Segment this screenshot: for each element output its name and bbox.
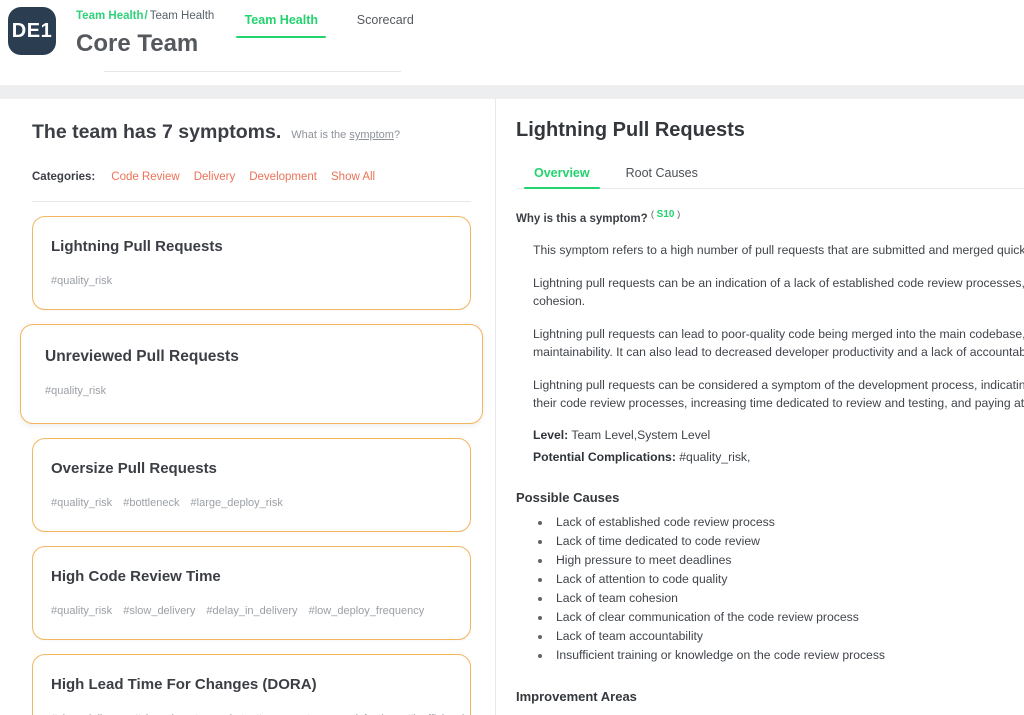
symptom-card-tags: #quality_risk <box>45 385 458 397</box>
symptom-card-list: Lightning Pull Requests #quality_risk Un… <box>0 202 495 715</box>
level-label: Level: <box>533 427 569 442</box>
tag: #low_deploy_frequency <box>308 605 425 617</box>
symptoms-header: The team has 7 symptoms. What is the sym… <box>0 99 495 183</box>
symptoms-column: The team has 7 symptoms. What is the sym… <box>0 99 496 715</box>
list-item: Lack of attention to code quality <box>552 570 1024 589</box>
help-suffix: ? <box>393 129 401 141</box>
symptom-card-title: High Lead Time For Changes (DORA) <box>51 676 317 693</box>
detail-paragraph-4: Lightning pull requests can be considere… <box>533 377 1024 410</box>
tag: #quality_risk <box>51 605 113 617</box>
improvement-areas-heading: Improvement Areas <box>516 688 637 704</box>
list-item: Lack of time dedicated to code review <box>552 532 1024 551</box>
detail-title: Lightning Pull Requests <box>516 119 745 141</box>
symptom-card-title: High Code Review Time <box>51 568 221 585</box>
symptom-card-title: Unreviewed Pull Requests <box>45 348 239 365</box>
category-development[interactable]: Development <box>249 171 317 183</box>
category-show-all[interactable]: Show All <box>331 171 375 183</box>
symptom-card-title: Lightning Pull Requests <box>51 238 223 255</box>
tag: #quality_risk <box>51 275 113 287</box>
symptom-code-badge: ( S10 ) <box>651 209 680 220</box>
top-bar: DE1 Team Health/Team Health Core Team Te… <box>0 0 1024 85</box>
symptoms-headline: The team has 7 symptoms. <box>32 121 282 143</box>
detail-tab-root-causes[interactable]: Root Causes <box>608 166 716 189</box>
title-block: Team Health/Team Health Core Team <box>76 9 214 59</box>
symptom-card-high-lead-time-for-changes[interactable]: High Lead Time For Changes (DORA) #slow_… <box>32 654 476 715</box>
complications-row: Potential Complications: #quality_risk, <box>533 450 1024 464</box>
main-panel: The team has 7 symptoms. What is the sym… <box>0 99 1024 715</box>
list-item: Lack of team cohesion <box>552 589 1024 608</box>
list-item: Lack of team accountability <box>552 627 1024 646</box>
category-delivery[interactable]: Delivery <box>194 171 236 183</box>
detail-paragraph-1: This symptom refers to a high number of … <box>533 242 1024 257</box>
tab-team-health[interactable]: Team Health <box>236 13 327 38</box>
breadcrumb-current: Team Health <box>149 10 215 22</box>
help-prefix: What is the <box>291 129 350 141</box>
detail-tabs: Overview Root Causes <box>516 166 1024 189</box>
list-item: Insufficient training or knowledge on th… <box>552 646 1024 665</box>
why-is-this-a-symptom-row: Why is this a symptom? ( S10 ) <box>516 209 1024 225</box>
symptoms-headline-row: The team has 7 symptoms. What is the sym… <box>32 119 471 145</box>
tag: #delay_in_delivery <box>206 605 298 617</box>
page-title: Core Team <box>76 30 199 57</box>
list-item: Lack of clear communication of the code … <box>552 608 1024 627</box>
list-item: High pressure to meet deadlines <box>552 551 1024 570</box>
tag: #quality_risk <box>45 385 107 397</box>
symptom-card-oversize-pull-requests[interactable]: Oversize Pull Requests #quality_risk #bo… <box>32 438 471 532</box>
symptom-card-lightning-pull-requests[interactable]: Lightning Pull Requests #quality_risk <box>32 216 471 310</box>
help-underlined-word: symptom <box>349 129 394 141</box>
breadcrumb-separator: / <box>144 10 148 22</box>
top-tabs: Team Health Scorecard <box>236 13 441 43</box>
symptom-card-tags: #quality_risk #bottleneck #large_deploy_… <box>51 497 452 509</box>
badge-code: S10 <box>656 209 675 220</box>
detail-tab-overview[interactable]: Overview <box>516 166 608 189</box>
possible-causes-heading: Possible Causes <box>516 489 620 505</box>
page-background-gap <box>0 85 1024 99</box>
symptom-card-high-code-review-time[interactable]: High Code Review Time #quality_risk #slo… <box>32 546 471 640</box>
why-label: Why is this a symptom? <box>516 212 648 225</box>
tag: #quality_risk <box>51 497 113 509</box>
list-item: Lack of established code review process <box>552 513 1024 532</box>
symptom-detail-column: Lightning Pull Requests Overview Root Ca… <box>496 99 1024 715</box>
app-root: DE1 Team Health/Team Health Core Team Te… <box>0 0 1024 715</box>
detail-paragraph-3: Lightning pull requests can lead to poor… <box>533 326 1024 359</box>
badge-close-paren: ) <box>674 209 681 220</box>
complications-label: Potential Complications: <box>533 449 676 464</box>
level-value: Team Level,System Level <box>571 427 711 442</box>
detail-body: This symptom refers to a high number of … <box>516 241 1024 464</box>
avatar: DE1 <box>8 7 56 55</box>
breadcrumb: Team Health/Team Health <box>76 9 214 23</box>
complications-value: #quality_risk, <box>679 449 751 464</box>
tab-scorecard[interactable]: Scorecard <box>340 13 430 38</box>
symptom-card-tags: #quality_risk #slow_delivery #delay_in_d… <box>51 605 452 617</box>
categories-row: Categories: Code Review Delivery Develop… <box>32 171 471 183</box>
tag: #bottleneck <box>123 497 180 509</box>
level-row: Level: Team Level,System Level <box>533 428 1024 442</box>
breadcrumb-link[interactable]: Team Health <box>76 10 144 22</box>
tag: #large_deploy_risk <box>190 497 283 509</box>
tag: #slow_delivery <box>123 605 196 617</box>
categories-label: Categories: <box>32 171 96 183</box>
possible-causes-list: Lack of established code review process … <box>516 513 1024 665</box>
symptom-card-tags: #quality_risk <box>51 275 452 287</box>
symptom-card-unreviewed-pull-requests[interactable]: Unreviewed Pull Requests #quality_risk <box>20 324 483 424</box>
symptom-card-title: Oversize Pull Requests <box>51 460 217 477</box>
category-code-review[interactable]: Code Review <box>111 171 179 183</box>
what-is-symptom-link[interactable]: What is the symptom? <box>291 129 400 141</box>
top-tabs-underline <box>104 71 401 72</box>
detail-paragraph-2: Lightning pull requests can be an indica… <box>533 275 1024 308</box>
